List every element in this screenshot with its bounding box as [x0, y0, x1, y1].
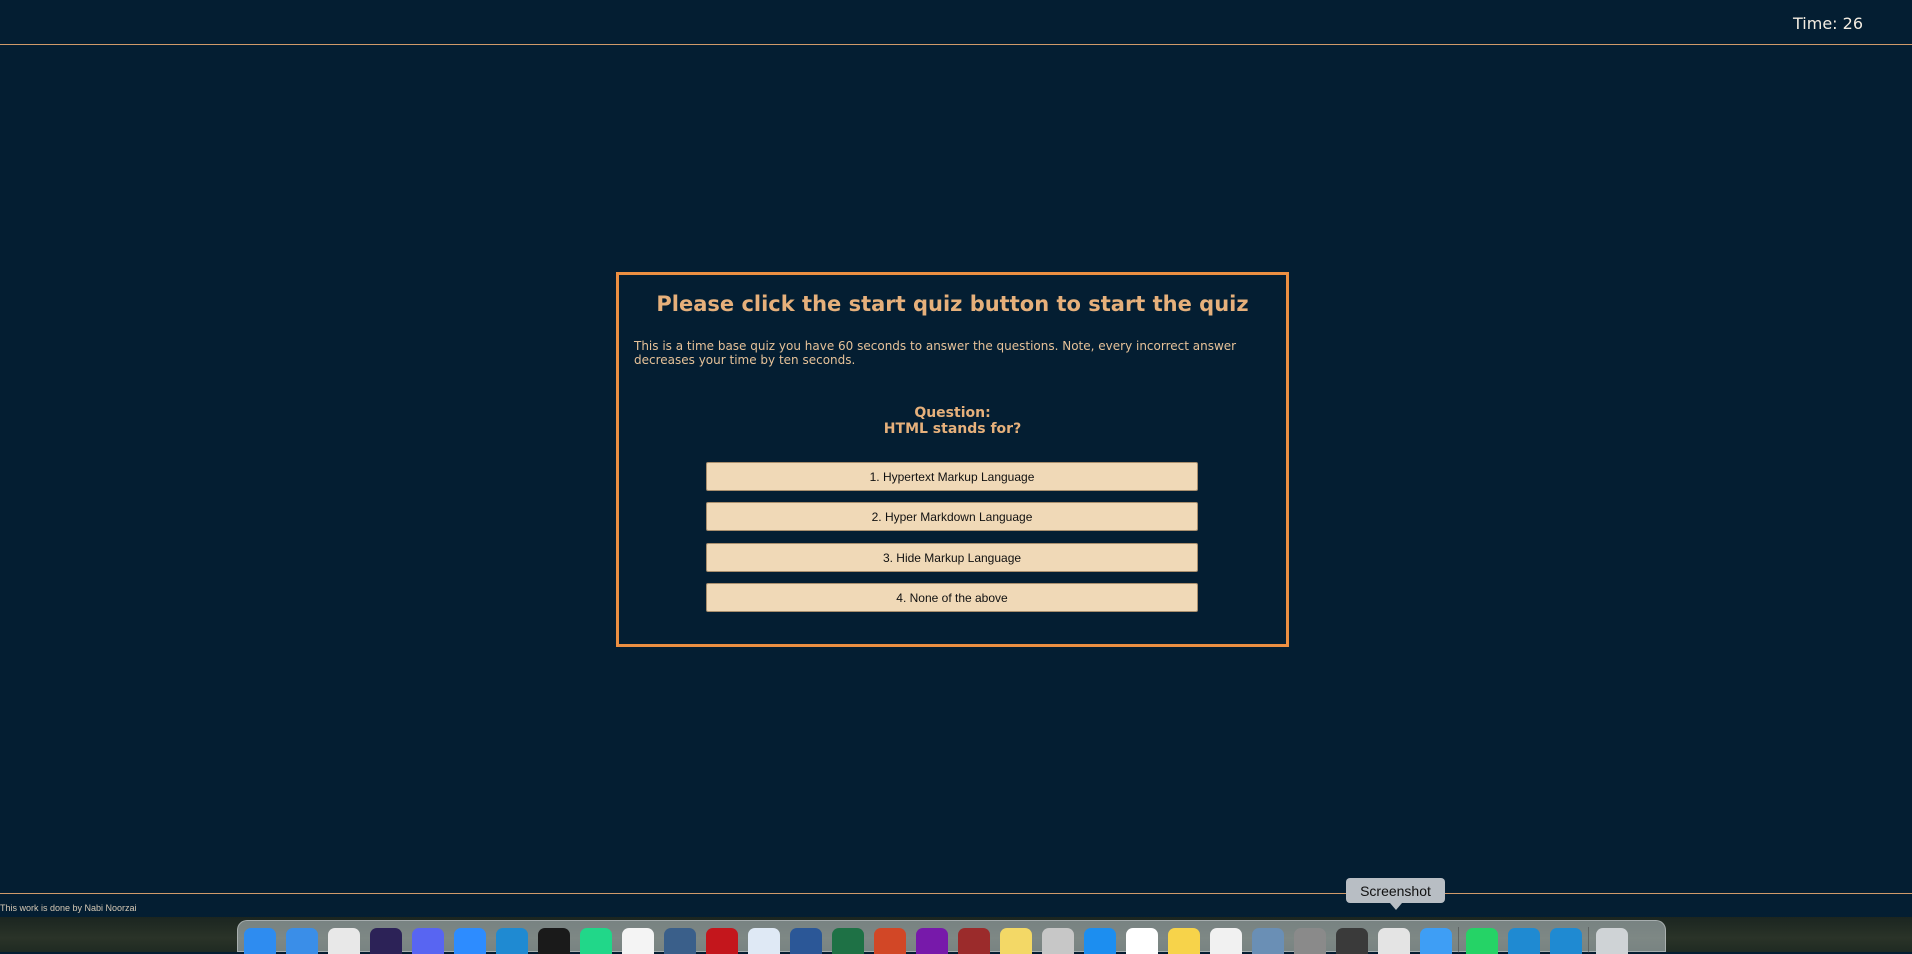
- quiz-title: Please click the start quiz button to st…: [656, 292, 1249, 316]
- timer-display: Time: 26: [1793, 14, 1863, 33]
- dock: [237, 920, 1666, 954]
- proxyman-icon[interactable]: [1336, 928, 1368, 954]
- pycharm-icon[interactable]: [580, 928, 612, 954]
- acrobat-icon[interactable]: [706, 928, 738, 954]
- quiz-description: This is a time base quiz you have 60 sec…: [634, 339, 1237, 367]
- question-label: Question:: [914, 405, 991, 421]
- app-store-icon[interactable]: [1084, 928, 1116, 954]
- quiz-container: Please click the start quiz button to st…: [616, 272, 1289, 647]
- excel-icon[interactable]: [832, 928, 864, 954]
- dictionary-icon[interactable]: [958, 928, 990, 954]
- vscode-insiders-icon[interactable]: [1550, 928, 1582, 954]
- answer-button-2[interactable]: 2. Hyper Markdown Language: [706, 502, 1198, 531]
- zoom-icon[interactable]: [454, 928, 486, 954]
- vscode-icon[interactable]: [1508, 928, 1540, 954]
- stickies-icon[interactable]: [1000, 928, 1032, 954]
- slack-icon[interactable]: [622, 928, 654, 954]
- terminal-icon[interactable]: [538, 928, 570, 954]
- trash-icon[interactable]: [1596, 928, 1628, 954]
- mysql-workbench-icon[interactable]: [664, 928, 696, 954]
- footer-credit: This work is done by Nabi Noorzai: [0, 903, 137, 913]
- answer-button-4[interactable]: 4. None of the above: [706, 583, 1198, 612]
- answer-button-3[interactable]: 3. Hide Markup Language: [706, 543, 1198, 572]
- preview-icon[interactable]: [1252, 928, 1284, 954]
- safari-icon[interactable]: [286, 928, 318, 954]
- word-icon[interactable]: [790, 928, 822, 954]
- answer-button-1[interactable]: 1. Hypertext Markup Language: [706, 462, 1198, 491]
- reminders-icon[interactable]: [1210, 928, 1242, 954]
- eclipse-icon[interactable]: [370, 928, 402, 954]
- powerpoint-icon[interactable]: [874, 928, 906, 954]
- footer: This work is done by Nabi Noorzai: [0, 893, 1912, 917]
- mail-icon[interactable]: [1420, 928, 1452, 954]
- dock-separator: [1588, 927, 1589, 953]
- finder-icon[interactable]: [244, 928, 276, 954]
- discord-icon[interactable]: [412, 928, 444, 954]
- sourcetree-icon[interactable]: [748, 928, 780, 954]
- calendar-icon[interactable]: [1126, 928, 1158, 954]
- header-bar: Time: 26: [0, 0, 1912, 45]
- screenshot-icon[interactable]: [1378, 928, 1410, 954]
- dock-separator: [1458, 927, 1459, 953]
- question-text: HTML stands for?: [883, 421, 1022, 437]
- vscode-icon[interactable]: [496, 928, 528, 954]
- launchpad-icon[interactable]: [1042, 928, 1074, 954]
- onenote-icon[interactable]: [916, 928, 948, 954]
- chrome-icon[interactable]: [328, 928, 360, 954]
- whatsapp-icon[interactable]: [1466, 928, 1498, 954]
- notes-icon[interactable]: [1168, 928, 1200, 954]
- dock-tooltip: Screenshot: [1346, 878, 1445, 910]
- system-settings-icon[interactable]: [1294, 928, 1326, 954]
